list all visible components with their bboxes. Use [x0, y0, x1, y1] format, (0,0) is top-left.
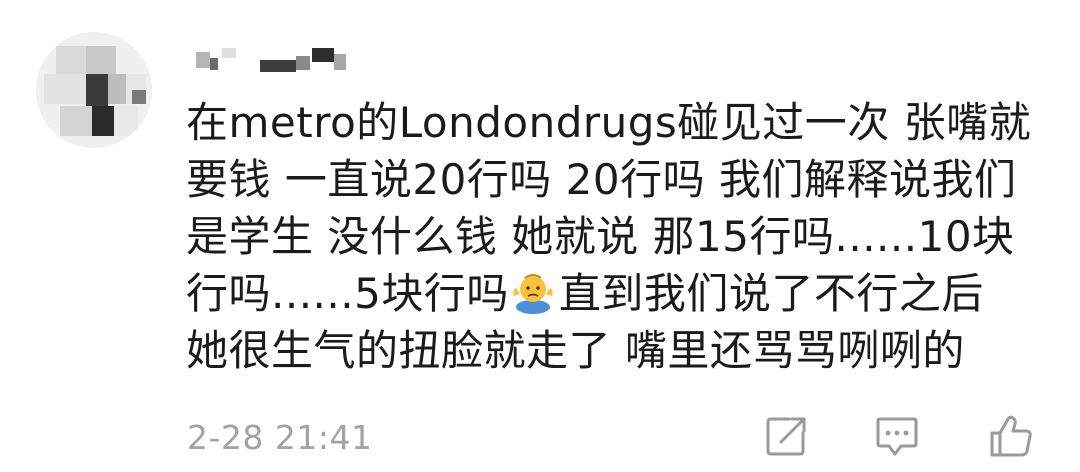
thumbs-up-icon [990, 415, 1032, 457]
comment-line: 要钱 一直说20行吗 20行吗 我们解释说我们 [186, 155, 1017, 204]
comment-line: 她很生气的扭脸就走了 嘴里还骂骂咧咧的 [186, 326, 965, 375]
comment-line: 在metro的Londondrugs碰见过一次 张嘴就 [186, 98, 1032, 147]
comment-item: 在metro的Londondrugs碰见过一次 张嘴就 要钱 一直说20行吗 2… [0, 0, 1080, 472]
comment-line-segment: 行吗......5块行吗 [186, 269, 509, 318]
comment-line-segment: 直到我们说了不行之后 [558, 269, 984, 318]
shrug-emoji-icon [511, 270, 555, 314]
avatar[interactable] [36, 32, 152, 148]
comment-text: 在metro的Londondrugs碰见过一次 张嘴就 要钱 一直说20行吗 2… [186, 94, 1046, 379]
share-icon [766, 417, 806, 456]
like-button[interactable] [983, 408, 1039, 464]
comment-line: 是学生 没什么钱 她就说 那15行吗......10块 [186, 212, 1015, 261]
comment-line: 行吗......5块行吗 直到我们说了不行之后 [186, 265, 1046, 322]
share-button[interactable] [758, 408, 814, 464]
username[interactable] [196, 44, 356, 74]
reply-button[interactable] [869, 408, 925, 464]
reply-comment-icon [876, 417, 918, 456]
comment-timestamp: 2-28 21:41 [187, 418, 373, 457]
